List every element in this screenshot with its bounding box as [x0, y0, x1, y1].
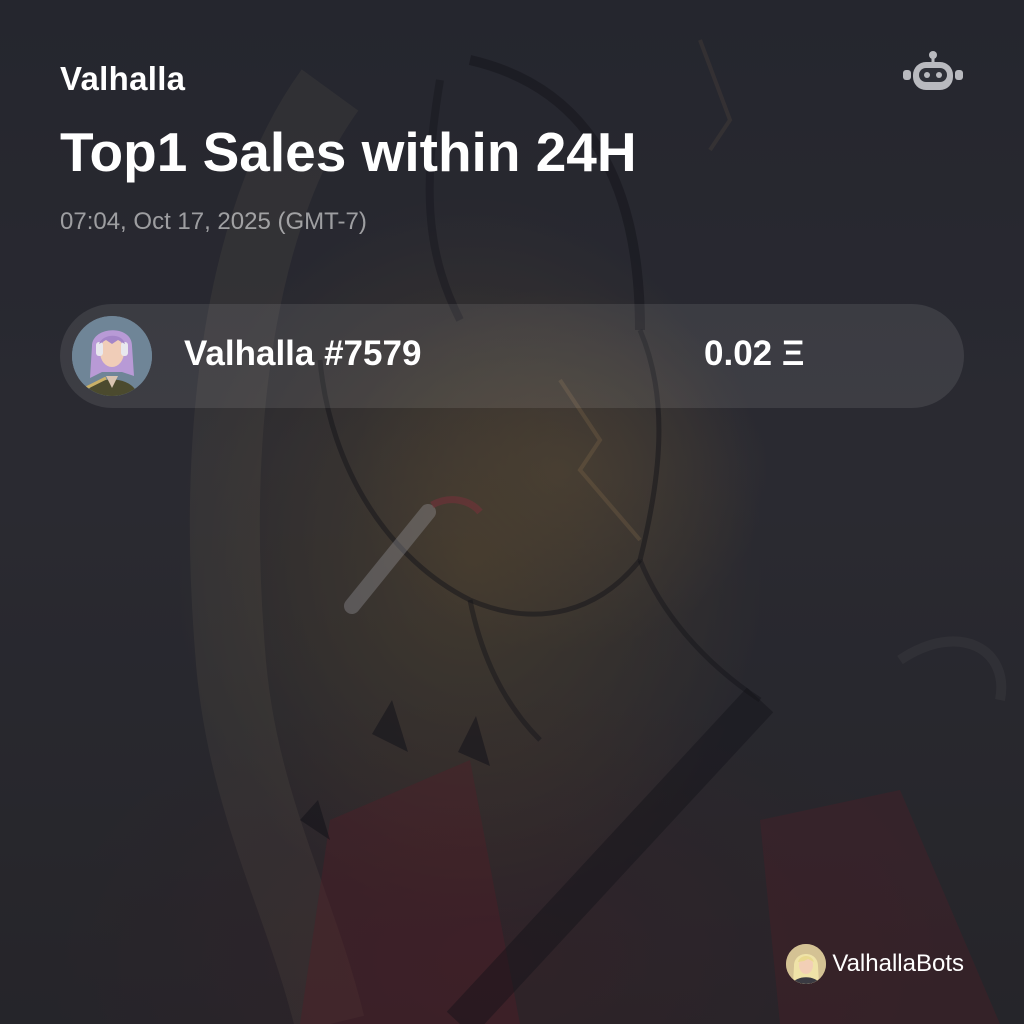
bot-attribution[interactable]: ValhallaBots	[786, 944, 964, 984]
robot-icon-graphic	[903, 51, 963, 90]
nft-avatar	[72, 316, 152, 396]
bot-avatar-image	[786, 944, 827, 984]
bot-name: ValhallaBots	[832, 950, 964, 977]
sale-list-item[interactable]: Valhalla #7579 0.02 Ξ	[60, 304, 964, 408]
nft-name: Valhalla #7579	[184, 334, 422, 373]
collection-name: Valhalla	[60, 60, 186, 97]
timestamp: 07:04, Oct 17, 2025 (GMT-7)	[60, 208, 367, 235]
nft-avatar-image	[72, 316, 152, 396]
bot-avatar	[786, 944, 827, 984]
page-title: Top1 Sales within 24H	[60, 121, 637, 183]
robot-icon[interactable]	[900, 50, 966, 96]
sale-price: 0.02 Ξ	[704, 334, 805, 373]
